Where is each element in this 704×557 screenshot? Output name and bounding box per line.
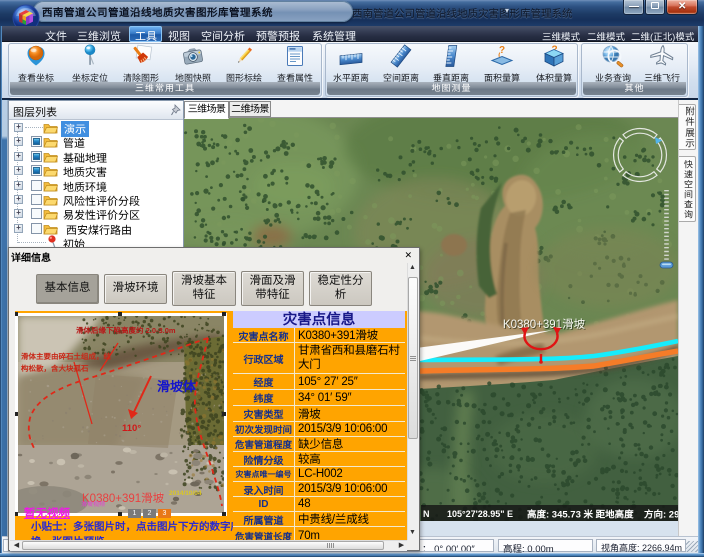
svg-text:K0380+391滑坡: K0380+391滑坡 (503, 318, 586, 331)
svg-text:滑坡视频: 滑坡视频 (81, 500, 105, 508)
svg-text:滑体主要由碎石土组成，结: 滑体主要由碎石土组成，结 (21, 352, 111, 361)
svg-text:N: N (423, 509, 430, 519)
svg-text:110°: 110° (122, 423, 141, 434)
svg-text:方向: 29: 方向: 29 (644, 509, 678, 521)
svg-text:构松散，含大块孤石: 构松散，含大块孤石 (21, 364, 89, 373)
svg-text:105°27'28.95" E: 105°27'28.95" E (447, 509, 513, 519)
svg-text:高度: 345.73 米 距地高度: 高度: 345.73 米 距地高度 (527, 509, 634, 521)
svg-text:滑体后缘下陷高度约 2.0-3.0m: 滑体后缘下陷高度约 2.0-3.0m (76, 326, 176, 335)
svg-text:滑坡体: 滑坡体 (157, 379, 197, 394)
svg-text:?: ? (499, 45, 505, 56)
svg-text:2014/10/04: 2014/10/04 (169, 490, 202, 497)
